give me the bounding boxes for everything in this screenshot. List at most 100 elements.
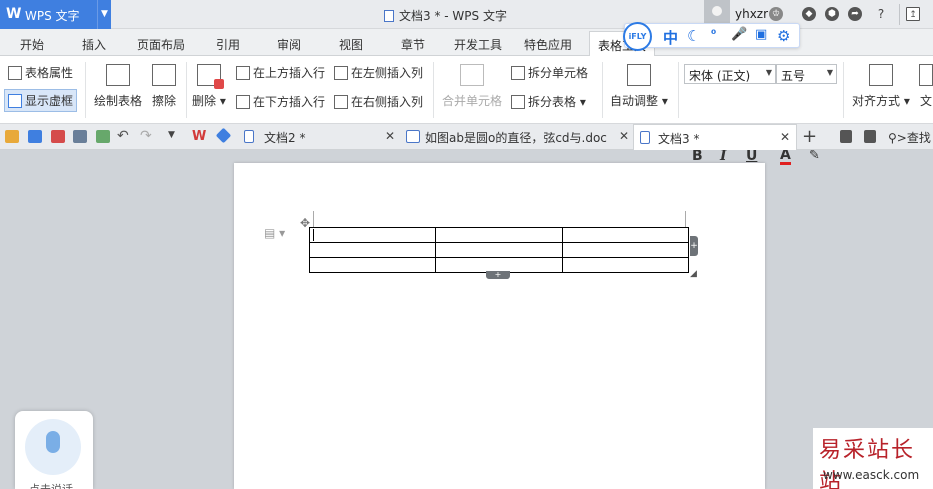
table-cell[interactable] (308, 257, 437, 273)
chevron-down-icon: ▼ (765, 68, 772, 77)
tab-page-layout[interactable]: 页面布局 (137, 36, 185, 53)
username[interactable]: yhxzr (735, 7, 768, 21)
draw-table-button[interactable]: 绘制表格 (94, 64, 142, 109)
export-pdf-icon[interactable] (51, 130, 65, 143)
moon-icon[interactable]: ☾ (687, 27, 700, 45)
table-cell[interactable] (561, 227, 690, 243)
table-cell[interactable] (308, 227, 437, 243)
table-cell[interactable] (435, 227, 563, 243)
tab-document-geometry[interactable]: 如图ab是圆o的直径，弦cd与.doc ✕ (401, 124, 633, 150)
align-button[interactable]: 对齐方式 ▾ (852, 64, 910, 109)
chevron-down-icon[interactable]: ▼ (97, 0, 111, 29)
tab-review[interactable]: 审阅 (277, 36, 301, 53)
bold-button[interactable]: B (692, 148, 703, 164)
insert-column-right-button[interactable]: 在右侧插入列 (334, 93, 423, 110)
save-icon[interactable] (28, 130, 42, 143)
paragraph-icon[interactable]: ▤ ▾ (264, 226, 285, 240)
add-column-button[interactable]: + (690, 236, 698, 256)
minimize-tab-icon[interactable] (864, 130, 876, 143)
draw-table-icon (106, 64, 130, 86)
print-preview-icon[interactable] (96, 130, 110, 143)
ifly-toolbar: iFLY 中 ☾ ⁰ 🎤 ▣ ⚙ (623, 22, 800, 51)
document-icon (406, 130, 420, 143)
auto-adjust-button[interactable]: 自动调整 ▾ (610, 64, 668, 109)
add-row-button[interactable]: + (486, 271, 510, 279)
table-row (308, 242, 690, 258)
print-icon[interactable] (73, 130, 87, 143)
tab-home[interactable]: 开始 (20, 36, 44, 53)
voice-input-widget[interactable]: 点击说话 (15, 411, 93, 489)
restore-window-icon[interactable]: ↥ (906, 7, 920, 21)
table-cell[interactable] (561, 242, 690, 258)
settings-gear-icon[interactable]: ⚙ (777, 27, 790, 45)
font-name-select[interactable]: 宋体 (正文) ▼ (684, 64, 776, 84)
split-cells-button[interactable]: 拆分单元格 (511, 64, 588, 81)
crown-icon[interactable]: ♔ (769, 7, 783, 21)
tab-view[interactable]: 视图 (339, 36, 363, 53)
highlight-icon[interactable]: ✎ (809, 148, 820, 163)
resize-handle-icon[interactable]: ◢ (690, 269, 697, 279)
microphone-icon[interactable] (25, 419, 81, 475)
eraser-icon (152, 64, 176, 86)
wps-logo-icon[interactable]: W (192, 130, 206, 143)
merge-cells-button[interactable]: 合并单元格 (442, 64, 502, 109)
share-icon[interactable]: ➦ (848, 7, 862, 21)
search-icon: ⚲ (888, 131, 897, 145)
present-icon[interactable] (840, 130, 852, 143)
document-icon (384, 10, 394, 22)
delete-button[interactable]: 删除 ▾ (192, 64, 226, 109)
punctuation-icon[interactable]: ⁰ (711, 27, 716, 41)
close-icon[interactable]: ✕ (385, 129, 395, 143)
microphone-icon[interactable]: 🎤 (731, 27, 747, 42)
search-button[interactable]: ⚲>查找 (888, 129, 933, 146)
document-table[interactable] (308, 227, 690, 273)
tab-document-2[interactable]: 文档2 * ✕ (238, 124, 398, 150)
new-tab-button[interactable]: + (802, 126, 817, 147)
open-folder-icon[interactable] (5, 130, 19, 143)
italic-button[interactable]: I (720, 148, 727, 164)
font-size-select[interactable]: 五号 ▼ (776, 64, 837, 84)
skin-icon[interactable]: ◆ (802, 7, 816, 21)
close-icon[interactable]: ✕ (619, 129, 629, 143)
insert-row-above-button[interactable]: 在上方插入行 (236, 64, 325, 81)
tab-chapter[interactable]: 章节 (401, 36, 425, 53)
tab-insert[interactable]: 插入 (82, 36, 106, 53)
keyboard-icon[interactable]: ▣ (755, 27, 767, 42)
chinese-input-button[interactable]: 中 (663, 27, 678, 48)
erase-button[interactable]: 擦除 (152, 64, 176, 109)
underline-button[interactable]: U (746, 148, 757, 164)
insert-row-below-button[interactable]: 在下方插入行 (236, 93, 325, 110)
chevron-down-icon[interactable]: ▼ (168, 130, 182, 143)
tab-featured[interactable]: 特色应用 (524, 36, 572, 53)
insert-column-left-icon (334, 66, 348, 80)
insert-row-below-icon (236, 95, 250, 109)
insert-column-left-button[interactable]: 在左侧插入列 (334, 64, 423, 81)
watermark-url: www.easck.com (823, 468, 920, 482)
show-grid-button[interactable]: 显示虚框 (4, 89, 78, 112)
app-name: WPS 文字 (25, 9, 80, 23)
redo-icon[interactable]: ↷ (140, 129, 154, 143)
table-properties-button[interactable]: 表格属性 (8, 64, 73, 81)
table-cell[interactable] (435, 242, 563, 258)
tab-developer[interactable]: 开发工具 (454, 36, 502, 53)
document-tab-bar: ↶ ↷ ▼ W 文档2 * ✕ 如图ab是圆o的直径，弦cd与.doc ✕ 文档… (0, 124, 933, 150)
table-cell[interactable] (561, 257, 690, 273)
close-icon[interactable]: ✕ (780, 130, 790, 144)
undo-icon[interactable]: ↶ (117, 129, 131, 143)
font-color-button[interactable]: A (780, 148, 791, 165)
cloud-docs-icon[interactable] (215, 127, 232, 144)
text-direction-button[interactable]: 文 (919, 64, 933, 109)
app-menu-button[interactable]: W WPS 文字 ▼ (0, 0, 111, 29)
help-icon[interactable]: ? (874, 7, 888, 21)
insert-row-above-icon (236, 66, 250, 80)
tab-document-3[interactable]: 文档3 * ✕ (633, 124, 797, 150)
document-icon (244, 130, 254, 143)
split-table-icon (511, 95, 525, 109)
document-icon (640, 131, 650, 144)
ifly-logo[interactable]: iFLY (623, 22, 652, 51)
split-table-button[interactable]: 拆分表格 ▾ (511, 93, 586, 110)
watermark-logo: 易采站长站 www.easck.com (813, 428, 933, 489)
tab-references[interactable]: 引用 (216, 36, 240, 53)
table-cell[interactable] (308, 242, 437, 258)
cube-icon[interactable]: ⬢ (825, 7, 839, 21)
